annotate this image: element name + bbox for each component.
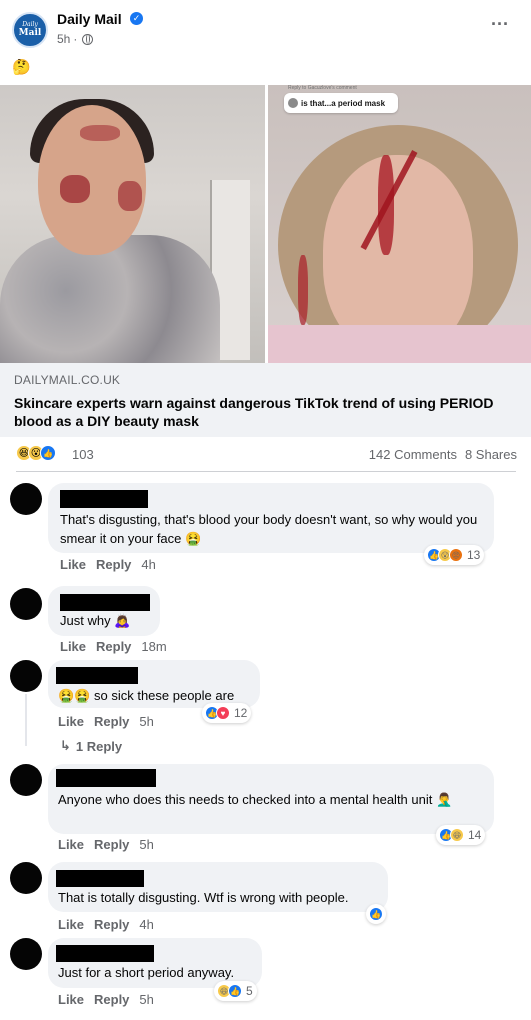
comment-text: Anyone who does this needs to checked in… [58,792,453,807]
post-image[interactable]: Reply to Gacuzlove's comment is that...a… [0,85,531,363]
image-left-photo [0,85,265,363]
post-meta: 5h · [57,32,94,46]
post-reactions[interactable]: 😆 😮 👍 [16,445,56,461]
redacted-commenter-name [56,945,154,962]
view-replies-link[interactable]: ↳ 1 Reply [60,738,122,754]
angry-reaction-icon: 😡 [449,548,463,562]
avatar[interactable] [10,483,42,515]
comment-reaction-count: 14 [468,828,482,842]
like-reaction-icon: 👍 [369,907,383,921]
comment-reaction-count: 5 [246,984,253,998]
comment-count[interactable]: 142 Comments [369,447,457,462]
like-button[interactable]: Like [58,714,84,729]
post-header: Daily Mail Daily Mail ✓ 5h · ··· [0,0,531,58]
comment-text: Just for a short period anyway. [58,965,235,980]
comment-text: That's disgusting, that's blood your bod… [60,512,478,546]
comment-actions: Like Reply 5h [58,992,154,1007]
thread-line [25,694,27,724]
tiktok-avatar-icon [288,98,298,108]
logo-line2: Mail [18,28,42,38]
comment-actions: Like Reply 18m [60,639,167,654]
replies-count: 1 Reply [75,738,123,754]
redacted-commenter-name [56,667,138,684]
tiktok-comment-text: is that...a period mask [301,98,386,108]
like-reaction-icon: 👍 [40,445,56,461]
stats-divider [16,471,516,472]
link-preview[interactable]: DAILYMAIL.CO.UK Skincare experts warn ag… [0,363,531,437]
avatar[interactable] [10,588,42,620]
comment-time[interactable]: 4h [141,557,155,572]
comment-reaction-count: 13 [467,548,481,562]
post-text: 🤔 [12,59,31,76]
comment-actions: Like Reply 4h [58,917,154,932]
post-stats: 😆 😮 👍 103 142 Comments 8 Shares [0,444,531,468]
page-name[interactable]: Daily Mail [57,11,122,27]
comment-time[interactable]: 18m [141,639,166,654]
avatar[interactable] [10,764,42,796]
tiktok-reply-caption: Reply to Gacuzlove's comment [288,85,357,91]
comment-reactions[interactable]: 👍 [366,904,386,924]
comment-actions: Like Reply 4h [60,557,156,572]
avatar[interactable] [10,938,42,970]
reply-arrow-icon: ↳ [60,738,71,753]
link-domain: DAILYMAIL.CO.UK [14,373,121,387]
comment-reactions[interactable]: 👍 😆 14 [436,825,486,845]
verified-badge-icon: ✓ [130,12,143,25]
reply-button[interactable]: Reply [96,557,131,572]
redacted-commenter-name [56,870,144,887]
reply-button[interactable]: Reply [94,917,129,932]
comment-reactions[interactable]: 😆 👍 5 [214,981,257,1001]
comment-reaction-count: 12 [234,706,248,720]
love-reaction-icon: ♥ [216,706,230,720]
tiktok-comment-bubble: is that...a period mask [284,93,398,113]
comment-time[interactable]: 5h [139,714,153,729]
like-button[interactable]: Like [60,639,86,654]
haha-reaction-icon: 😆 [450,828,464,842]
reply-button[interactable]: Reply [94,714,129,729]
globe-icon [82,33,94,45]
reaction-count[interactable]: 103 [72,447,94,462]
stats-right: 142 Comments 8 Shares [369,447,517,462]
avatar[interactable] [10,660,42,692]
like-reaction-icon: 👍 [228,984,242,998]
comment-time[interactable]: 5h [139,837,153,852]
comment-time[interactable]: 4h [139,917,153,932]
like-button[interactable]: Like [58,837,84,852]
redacted-commenter-name [60,594,150,611]
post-time[interactable]: 5h [57,32,70,46]
reply-button[interactable]: Reply [94,992,129,1007]
reply-button[interactable]: Reply [96,639,131,654]
more-options-icon[interactable]: ··· [491,14,509,35]
comment-actions: Like Reply 5h [58,714,154,729]
avatar[interactable] [10,862,42,894]
link-title: Skincare experts warn against dangerous … [14,395,494,429]
reply-button[interactable]: Reply [94,837,129,852]
page-avatar[interactable]: Daily Mail [12,12,48,48]
comment-reactions[interactable]: 👍 😮 😡 13 [424,545,485,565]
comment-actions: Like Reply 5h [58,837,154,852]
comment-time[interactable]: 5h [139,992,153,1007]
comment-text: That is totally disgusting. Wtf is wrong… [58,890,349,905]
share-count[interactable]: 8 Shares [465,447,517,462]
image-right-photo: Reply to Gacuzlove's comment is that...a… [268,85,531,363]
meta-separator: · [73,32,78,46]
redacted-commenter-name [60,490,148,508]
comment-text: Just why 🙇‍♀️ [60,613,131,628]
like-button[interactable]: Like [58,917,84,932]
redacted-commenter-name [56,769,156,787]
like-button[interactable]: Like [58,992,84,1007]
like-button[interactable]: Like [60,557,86,572]
comment-reactions[interactable]: 👍 ♥ 12 [202,703,252,723]
